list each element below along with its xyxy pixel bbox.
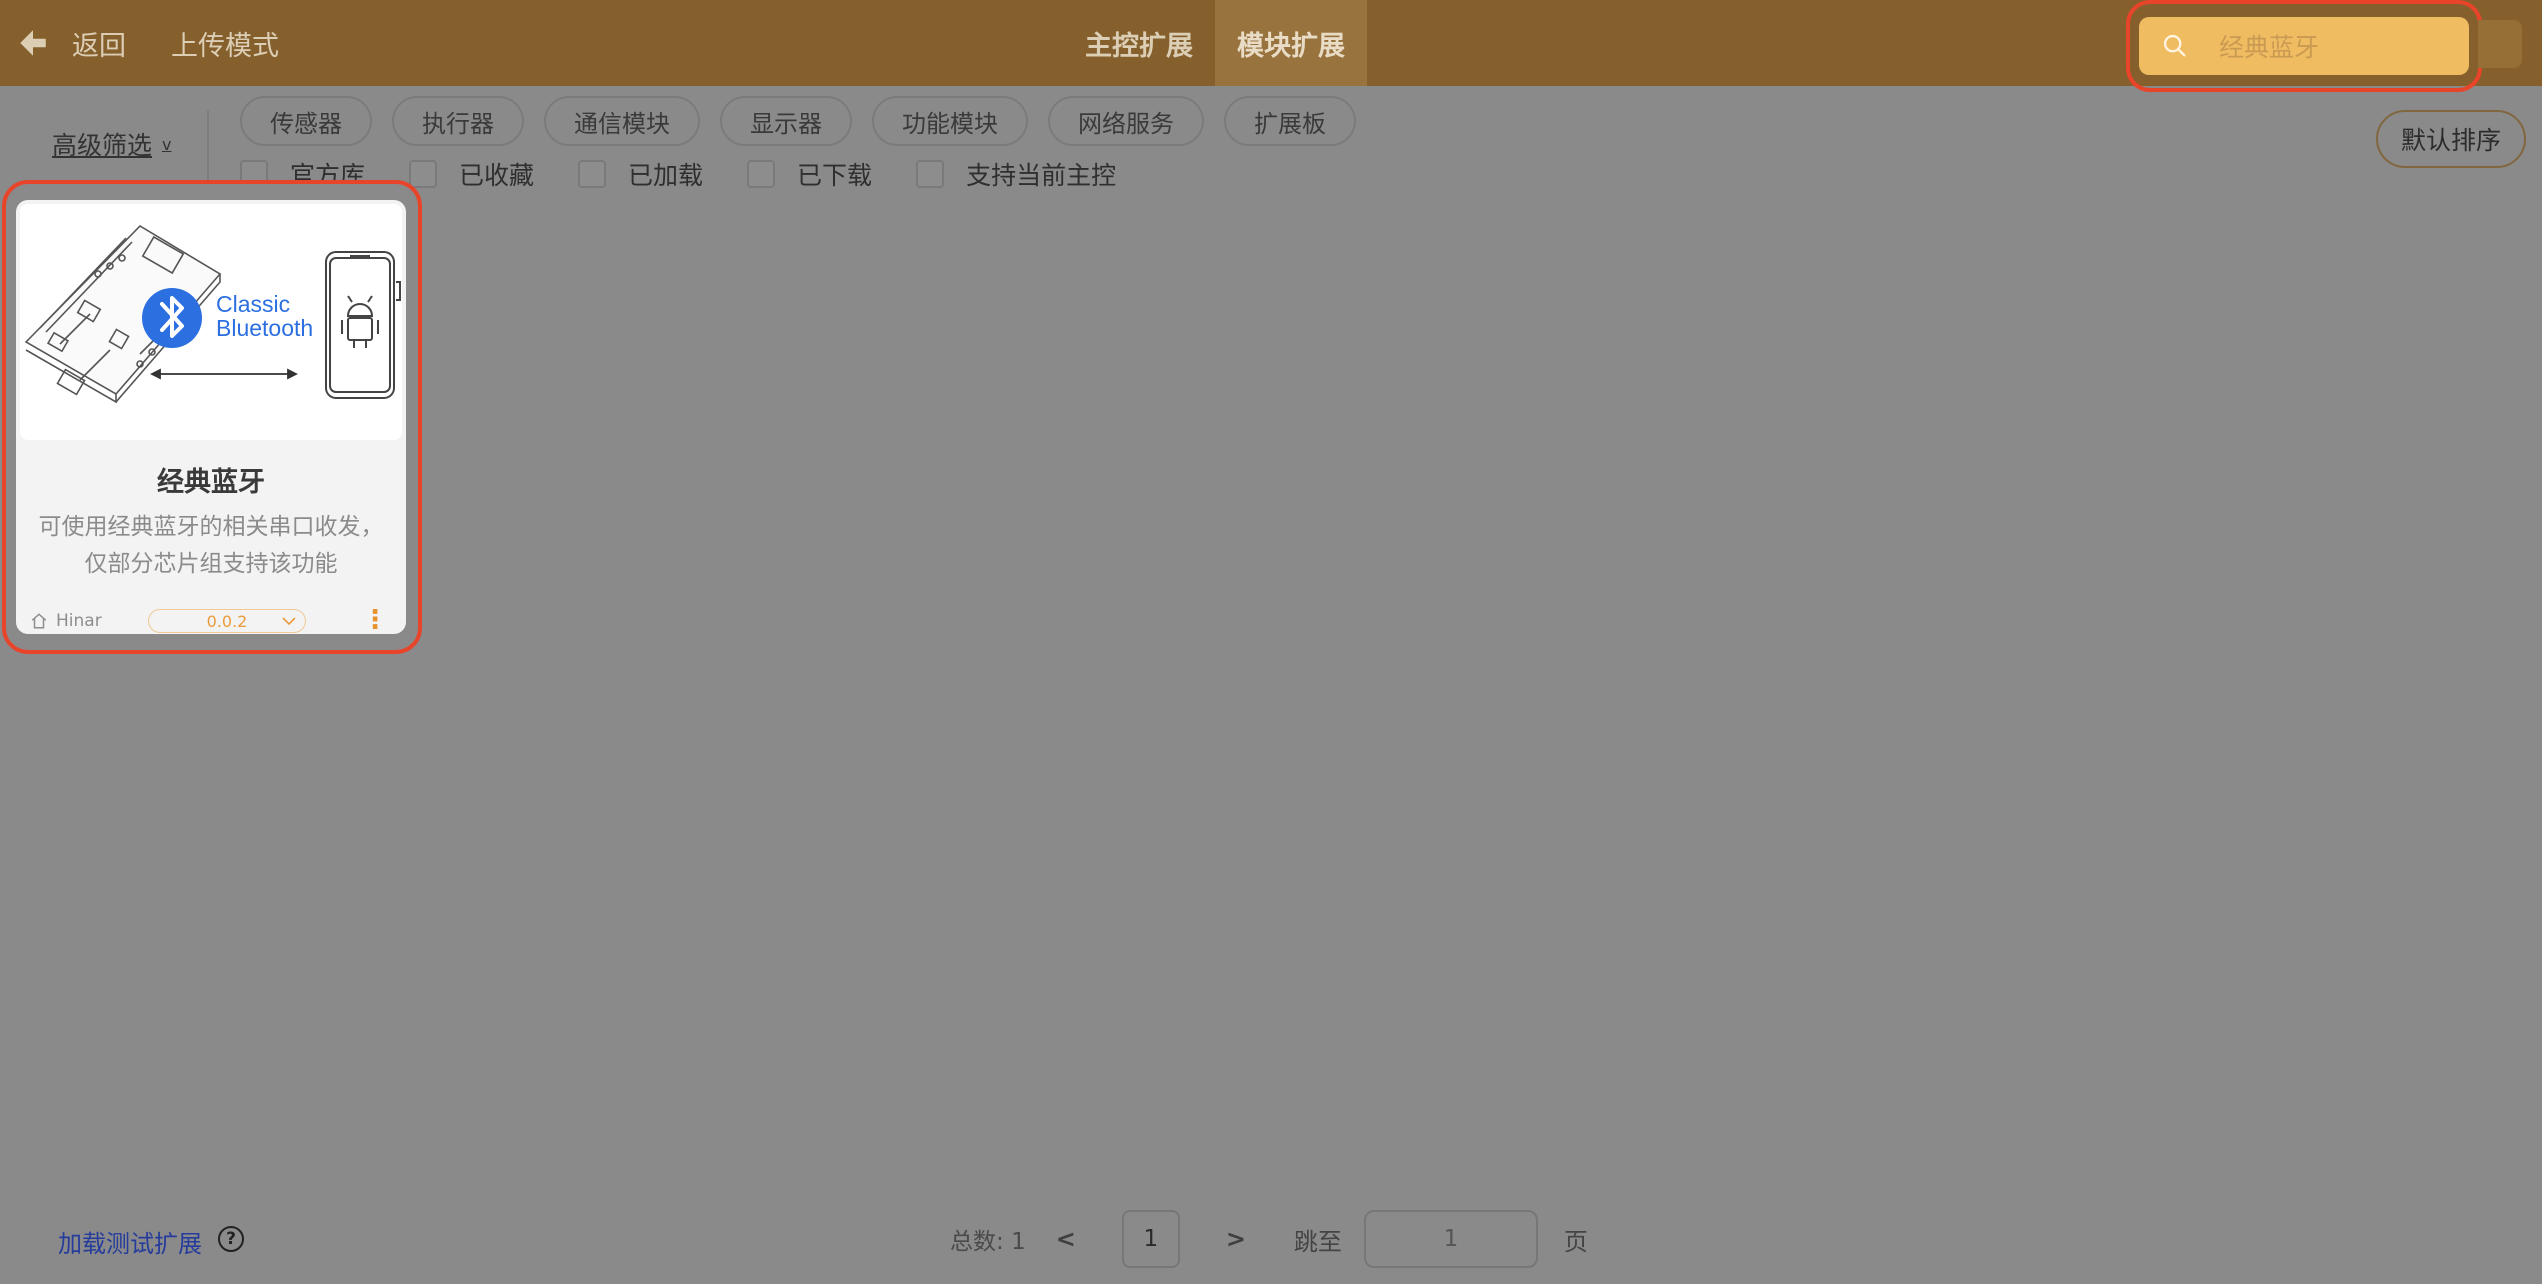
- checkbox-box[interactable]: [578, 160, 607, 188]
- card-description: 可使用经典蓝牙的相关串口收发，仅部分芯片组支持该功能: [38, 514, 384, 577]
- upload-mode-button[interactable]: 上传模式: [171, 24, 279, 63]
- card-image: Classic Bluetooth: [20, 204, 402, 440]
- card-title: 经典蓝牙: [157, 467, 265, 498]
- filter-divider: [207, 110, 209, 190]
- help-icon[interactable]: ?: [218, 1226, 244, 1252]
- chip-display[interactable]: 显示器: [720, 96, 852, 146]
- back-button[interactable]: 返回: [16, 18, 126, 68]
- extension-card[interactable]: Classic Bluetooth 经典蓝牙 可使用经典蓝牙的相关串口收发，仅部…: [16, 200, 406, 634]
- checkbox-label: 已下载: [797, 161, 873, 190]
- advanced-filter-label: 高级筛选: [52, 131, 153, 160]
- checkbox-label: 已收藏: [459, 161, 535, 190]
- checkbox-downloaded[interactable]: 已下载: [747, 156, 872, 192]
- version-value: 0.0.2: [206, 611, 248, 631]
- checkbox-box[interactable]: [409, 160, 438, 188]
- version-select[interactable]: 0.0.2: [148, 609, 306, 633]
- category-chips: 传感器 执行器 通信模块 显示器 功能模块 网络服务 扩展板: [240, 96, 1356, 146]
- classic-label: Classic: [216, 291, 290, 317]
- prev-page-button[interactable]: <: [1056, 1225, 1076, 1253]
- advanced-filter-toggle[interactable]: 高级筛选 v: [52, 126, 171, 162]
- chip-sensor[interactable]: 传感器: [240, 96, 372, 146]
- search-highlight: [2126, 0, 2482, 92]
- checkbox-supports-current-controller[interactable]: 支持当前主控: [916, 156, 1116, 192]
- author-name: Hinar: [56, 611, 102, 631]
- search-icon: [2163, 34, 2186, 57]
- checkbox-loaded[interactable]: 已加载: [578, 156, 703, 192]
- checkbox-label: 支持当前主控: [966, 161, 1117, 190]
- current-page-button[interactable]: 1: [1121, 1210, 1180, 1268]
- checkbox-box[interactable]: [747, 160, 776, 188]
- checkbox-favorited[interactable]: 已收藏: [409, 156, 534, 192]
- card-author: Hinar: [30, 611, 148, 631]
- tab-main-controller-extensions[interactable]: 主控扩展: [1063, 0, 1215, 86]
- top-bar: 返回 上传模式 主控扩展 模块扩展: [0, 0, 2542, 92]
- total-count: 总数: 1: [950, 1222, 1026, 1256]
- chip-function[interactable]: 功能模块: [872, 96, 1028, 146]
- total-value: 1: [1011, 1229, 1026, 1255]
- double-arrow-icon: [149, 368, 299, 380]
- jump-to-label: 跳至: [1293, 1227, 1342, 1256]
- tab-module-extensions[interactable]: 模块扩展: [1215, 0, 1367, 86]
- total-label: 总数:: [950, 1229, 1004, 1255]
- card-highlight: Classic Bluetooth 经典蓝牙 可使用经典蓝牙的相关串口收发，仅部…: [2, 180, 422, 654]
- chip-network-service[interactable]: 网络服务: [1048, 96, 1204, 146]
- chip-communication[interactable]: 通信模块: [544, 96, 700, 146]
- search-box[interactable]: [2139, 17, 2469, 75]
- arrow-left-icon: [20, 30, 46, 56]
- next-page-button[interactable]: >: [1226, 1225, 1246, 1253]
- search-input[interactable]: [2219, 31, 2439, 61]
- card-footer: Hinar 0.0.2 ⋮: [30, 606, 392, 634]
- app-window: 返回 上传模式 主控扩展 模块扩展 高级筛选 v 传感器 执行器 通信模块 显示…: [0, 0, 2542, 1284]
- chevron-down-icon: [282, 617, 296, 626]
- tab-bar: 主控扩展 模块扩展: [1063, 0, 1367, 86]
- checkbox-box[interactable]: [916, 160, 945, 188]
- checkbox-label: 已加载: [628, 161, 704, 190]
- sort-button[interactable]: 默认排序: [2376, 110, 2526, 168]
- back-label: 返回: [72, 30, 126, 62]
- load-test-extension-link[interactable]: 加载测试扩展: [58, 1224, 202, 1259]
- home-icon: [31, 613, 47, 629]
- bluetooth-label: Bluetooth: [216, 315, 313, 341]
- chip-expansion-board[interactable]: 扩展板: [1224, 96, 1356, 146]
- pagination: 总数: 1 < 1 > 跳至 页: [950, 1210, 1588, 1268]
- jump-to-page-input[interactable]: [1363, 1210, 1538, 1268]
- more-options-icon[interactable]: ⋮: [362, 606, 388, 634]
- search-bar-end: [2478, 20, 2522, 68]
- bluetooth-icon: [142, 288, 202, 348]
- chip-actuator[interactable]: 执行器: [392, 96, 524, 146]
- android-phone-icon: [325, 251, 401, 399]
- chevron-down-icon: v: [162, 134, 172, 154]
- page-suffix: 页: [1563, 1227, 1588, 1256]
